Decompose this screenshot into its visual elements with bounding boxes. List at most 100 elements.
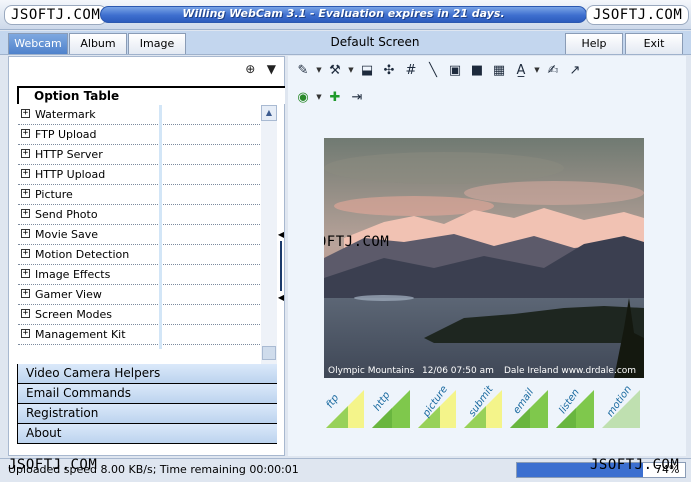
option-label: Image Effects <box>35 268 111 281</box>
expand-icon[interactable]: + <box>21 309 30 318</box>
option-label: Picture <box>35 188 73 201</box>
option-http-upload[interactable]: + HTTP Upload <box>18 165 262 185</box>
tab-image[interactable]: Image <box>128 33 186 54</box>
option-ftp-upload[interactable]: + FTP Upload <box>18 125 262 145</box>
option-label: Gamer View <box>35 288 102 301</box>
film-icon[interactable]: ▦ <box>488 59 510 81</box>
status-watermark-right: JSOFTJ.COM <box>590 457 680 473</box>
frame-icon[interactable]: ▣ <box>444 59 466 81</box>
screen-title: Default Screen <box>330 35 420 49</box>
submit-button[interactable]: submit <box>462 384 504 430</box>
http-button[interactable]: http <box>370 386 412 430</box>
grid-icon[interactable]: # <box>400 59 422 81</box>
font-icon[interactable]: A̲ <box>510 59 532 81</box>
tab-webcam[interactable]: Webcam <box>8 33 68 54</box>
option-label: Management Kit <box>35 328 126 341</box>
expand-icon[interactable]: + <box>21 169 30 178</box>
option-http-server[interactable]: + HTTP Server <box>18 145 262 165</box>
globe-icon[interactable]: ◉ <box>292 86 314 108</box>
caption-location: Olympic Mountains <box>328 366 415 376</box>
add-icon[interactable]: ✚ <box>324 86 346 108</box>
watermark-left: JSOFTJ.COM <box>4 5 108 25</box>
line-icon[interactable]: ╲ <box>422 59 444 81</box>
column-divider[interactable] <box>159 105 162 349</box>
webcam-preview[interactable]: JSOFTJ.COM Olympic Mountains 12/06 07:50… <box>324 138 644 378</box>
exit-door-icon[interactable]: ⇥ <box>346 86 368 108</box>
status-bar: Uploaded speed 8.00 KB/s; Time remaining… <box>0 457 691 482</box>
scroll-track[interactable] <box>261 121 277 368</box>
section-video-camera-helpers[interactable]: Video Camera Helpers <box>17 364 277 384</box>
panel-splitter[interactable]: ◀ ◀ <box>277 230 285 302</box>
tools-icon[interactable]: ⚒ <box>324 59 346 81</box>
export-icon[interactable]: ↗ <box>564 59 586 81</box>
option-label: FTP Upload <box>35 128 97 141</box>
section-email-commands[interactable]: Email Commands <box>17 384 277 404</box>
webcam-image <box>324 138 644 378</box>
options-panel: ⊕ ▼ Option Table + Watermark + FTP Upload … <box>8 56 285 456</box>
email-button[interactable]: email <box>508 386 550 430</box>
move-icon[interactable]: ✣ <box>378 59 400 81</box>
scroll-thumb[interactable] <box>262 346 276 360</box>
help-button[interactable]: Help <box>565 33 623 54</box>
section-about[interactable]: About <box>17 424 277 444</box>
exit-button[interactable]: Exit <box>625 33 683 54</box>
expand-icon[interactable]: + <box>21 289 30 298</box>
edit-text-icon[interactable]: ✎ <box>292 59 314 81</box>
collapse-left-icon[interactable]: ◀ <box>277 230 285 239</box>
collapse-left-icon-2[interactable]: ◀ <box>277 293 285 302</box>
option-send-photo[interactable]: + Send Photo <box>18 205 262 225</box>
chevron-down-icon[interactable]: ▼ <box>532 66 542 74</box>
expand-icon[interactable]: + <box>21 269 30 278</box>
section-registration[interactable]: Registration <box>17 404 277 424</box>
expand-icon[interactable]: + <box>21 209 30 218</box>
pin-icon[interactable]: ⊕ <box>245 62 255 76</box>
option-table-header: Option Table <box>17 86 285 104</box>
toolbar-row-2: ◉ ▼ ✚ ⇥ <box>292 85 368 109</box>
title-bar: JSOFTJ.COM Willing WebCam 3.1 - Evaluati… <box>0 0 691 30</box>
expand-icon[interactable]: + <box>21 129 30 138</box>
camera-icon[interactable]: ■ <box>466 59 488 81</box>
option-picture[interactable]: + Picture <box>18 185 262 205</box>
option-management-kit[interactable]: + Management Kit <box>18 325 262 345</box>
option-label: Movie Save <box>35 228 99 241</box>
chevron-down-icon[interactable]: ▼ <box>314 93 324 101</box>
option-image-effects[interactable]: + Image Effects <box>18 265 262 285</box>
expand-icon[interactable]: + <box>21 249 30 258</box>
preview-panel: ✎ ▼ ⚒ ▼ ⬓ ✣ # ╲ ▣ ■ ▦ A̲ ▼ ✍ ↗ ◉ ▼ ✚ ⇥ F… <box>288 56 686 456</box>
option-motion-detection[interactable]: + Motion Detection <box>18 245 262 265</box>
expand-icon[interactable]: + <box>21 189 30 198</box>
video-watermark: JSOFTJ.COM <box>324 234 390 250</box>
listen-button[interactable]: listen <box>554 386 596 430</box>
layout-icon[interactable]: ⬓ <box>356 59 378 81</box>
option-label: Screen Modes <box>35 308 113 321</box>
expand-icon[interactable]: + <box>21 149 30 158</box>
dropdown-triangle-icon[interactable]: ▼ <box>267 62 276 76</box>
option-label: Send Photo <box>35 208 98 221</box>
option-movie-save[interactable]: + Movie Save <box>18 225 262 245</box>
motion-button[interactable]: motion <box>600 384 642 430</box>
chevron-down-icon[interactable]: ▼ <box>314 66 324 74</box>
expand-icon[interactable]: + <box>21 329 30 338</box>
action-buttons: ftp http picture submit email listen mot… <box>324 384 654 434</box>
chevron-down-icon[interactable]: ▼ <box>346 66 356 74</box>
caption-credit: Dale Ireland www.drdale.com <box>504 366 637 376</box>
picture-button[interactable]: picture <box>416 384 458 430</box>
option-label: HTTP Server <box>35 148 103 161</box>
option-screen-modes[interactable]: + Screen Modes <box>18 305 262 325</box>
paint-icon[interactable]: ✍ <box>542 59 564 81</box>
watermark-right: JSOFTJ.COM <box>586 5 690 25</box>
option-label: Motion Detection <box>35 248 130 261</box>
expand-icon[interactable]: + <box>21 229 30 238</box>
window-title: Willing WebCam 3.1 - Evaluation expires … <box>182 7 505 20</box>
option-label: HTTP Upload <box>35 168 106 181</box>
status-watermark-left: JSOFTJ.COM <box>8 457 98 473</box>
tab-album[interactable]: Album <box>69 33 127 54</box>
caption-time: 12/06 07:50 am <box>422 366 494 376</box>
scroll-up-arrow-icon[interactable]: ▲ <box>261 105 277 121</box>
splitter-bar[interactable] <box>280 241 282 291</box>
option-watermark[interactable]: + Watermark <box>18 105 262 125</box>
option-gamer-view[interactable]: + Gamer View <box>18 285 262 305</box>
expand-icon[interactable]: + <box>21 109 30 118</box>
section-list: Video Camera Helpers Email Commands Regi… <box>17 364 277 444</box>
ftp-button[interactable]: ftp <box>324 386 366 430</box>
